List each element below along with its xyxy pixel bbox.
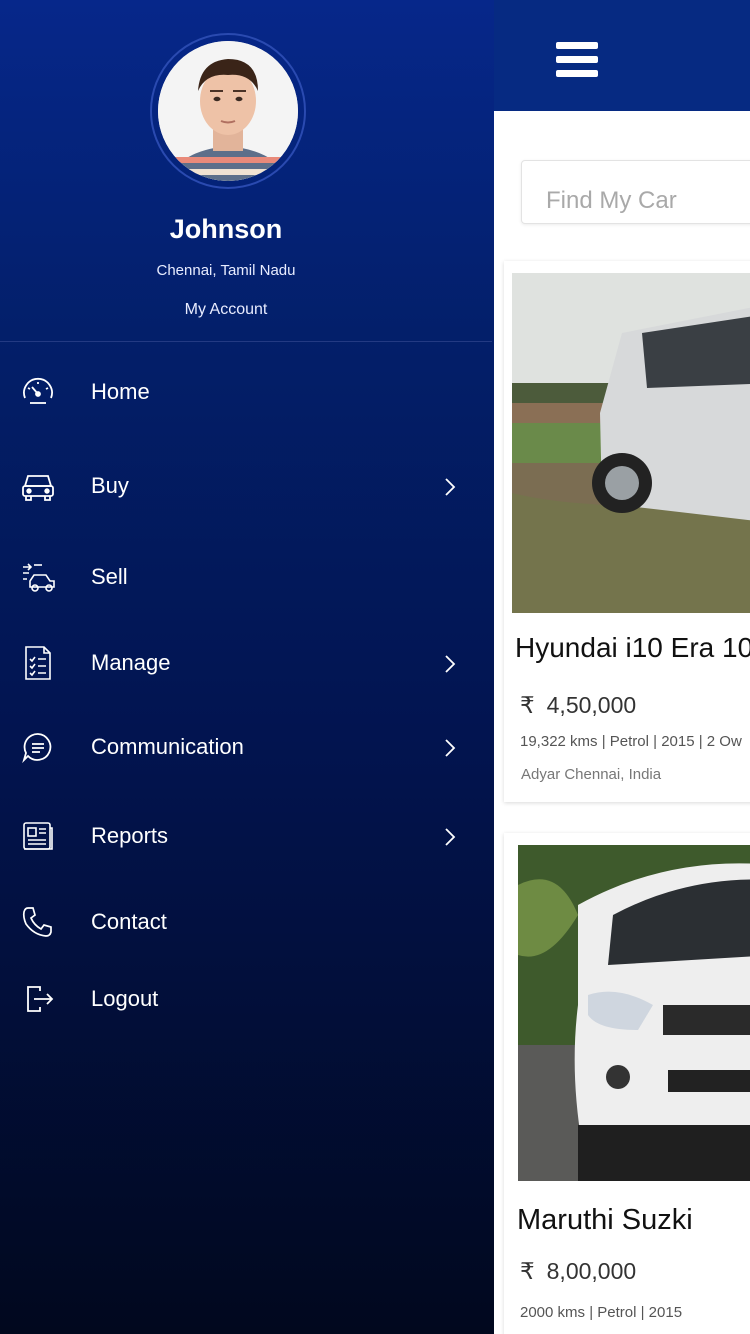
car-specs: 2000 kms | Petrol | 2015 [520, 1304, 683, 1321]
menu-item-manage[interactable]: Manage [0, 633, 494, 693]
app-screen: Hyundai i10 Era 10 ₹4,50,000 19,322 kms … [0, 0, 750, 1334]
search-input[interactable] [521, 160, 750, 224]
chat-bubble-icon [20, 729, 56, 765]
menu-item-label: Communication [91, 734, 244, 759]
car-listing-card[interactable]: Maruthi Suzki ₹8,00,000 2000 kms | Petro… [504, 833, 750, 1334]
car-photo [512, 273, 750, 613]
menu-item-label: Reports [91, 823, 169, 848]
speedometer-icon [20, 374, 56, 410]
menu-item-buy[interactable]: Buy [0, 456, 494, 516]
menu-item-label: Buy [91, 473, 129, 498]
chevron-right-icon [445, 828, 456, 846]
chevron-right-icon [445, 655, 456, 673]
menu-item-communication[interactable]: Communication [0, 717, 494, 777]
avatar-ring [150, 33, 306, 189]
rupee-currency: ₹ [520, 692, 535, 718]
checklist-document-icon [20, 645, 56, 681]
car-title: Maruthi Suzki [517, 1204, 693, 1236]
menu-item-logout[interactable]: Logout [0, 969, 494, 1029]
menu-item-label: Sell [91, 564, 128, 589]
menu-item-reports[interactable]: Reports [0, 806, 494, 866]
top-app-bar [494, 0, 750, 111]
car-location: Adyar Chennai, India [521, 766, 662, 783]
car-title: Hyundai i10 Era 10 [515, 632, 750, 663]
menu-item-label: Home [91, 379, 150, 404]
car-specs: 19,322 kms | Petrol | 2015 | 2 Ow [520, 733, 742, 750]
main-content: Hyundai i10 Era 10 ₹4,50,000 19,322 kms … [494, 0, 750, 1334]
chevron-right-icon [445, 739, 456, 757]
profile-location: Chennai, Tamil Nadu [156, 262, 296, 279]
car-price-value: 8,00,000 [546, 1258, 637, 1284]
logout-icon [20, 981, 56, 1017]
car-price: ₹4,50,000 [520, 692, 636, 719]
car-price: ₹8,00,000 [520, 1258, 636, 1285]
car-price-value: 4,50,000 [546, 692, 637, 718]
car-listing-card[interactable]: Hyundai i10 Era 10 ₹4,50,000 19,322 kms … [504, 261, 750, 802]
phone-icon [20, 904, 56, 940]
menu-item-sell[interactable]: Sell [0, 547, 494, 607]
rupee-currency: ₹ [520, 1258, 535, 1284]
my-account-link[interactable]: My Account [0, 301, 452, 319]
car-icon [20, 468, 56, 504]
car-photo [518, 845, 750, 1181]
divider [0, 341, 492, 342]
avatar[interactable] [158, 41, 298, 181]
navigation-drawer: Johnson Chennai, Tamil Nadu My Account H… [0, 0, 494, 1334]
chevron-right-icon [445, 478, 456, 496]
menu-item-label: Contact [91, 909, 167, 934]
menu-item-label: Manage [91, 650, 171, 675]
menu-item-label: Logout [91, 986, 159, 1011]
hamburger-icon[interactable] [556, 42, 598, 78]
menu-item-home[interactable]: Home [0, 362, 494, 422]
newspaper-icon [20, 818, 56, 854]
menu-item-contact[interactable]: Contact [0, 892, 494, 952]
sell-car-icon [20, 559, 56, 595]
profile-name: Johnson [169, 214, 283, 244]
